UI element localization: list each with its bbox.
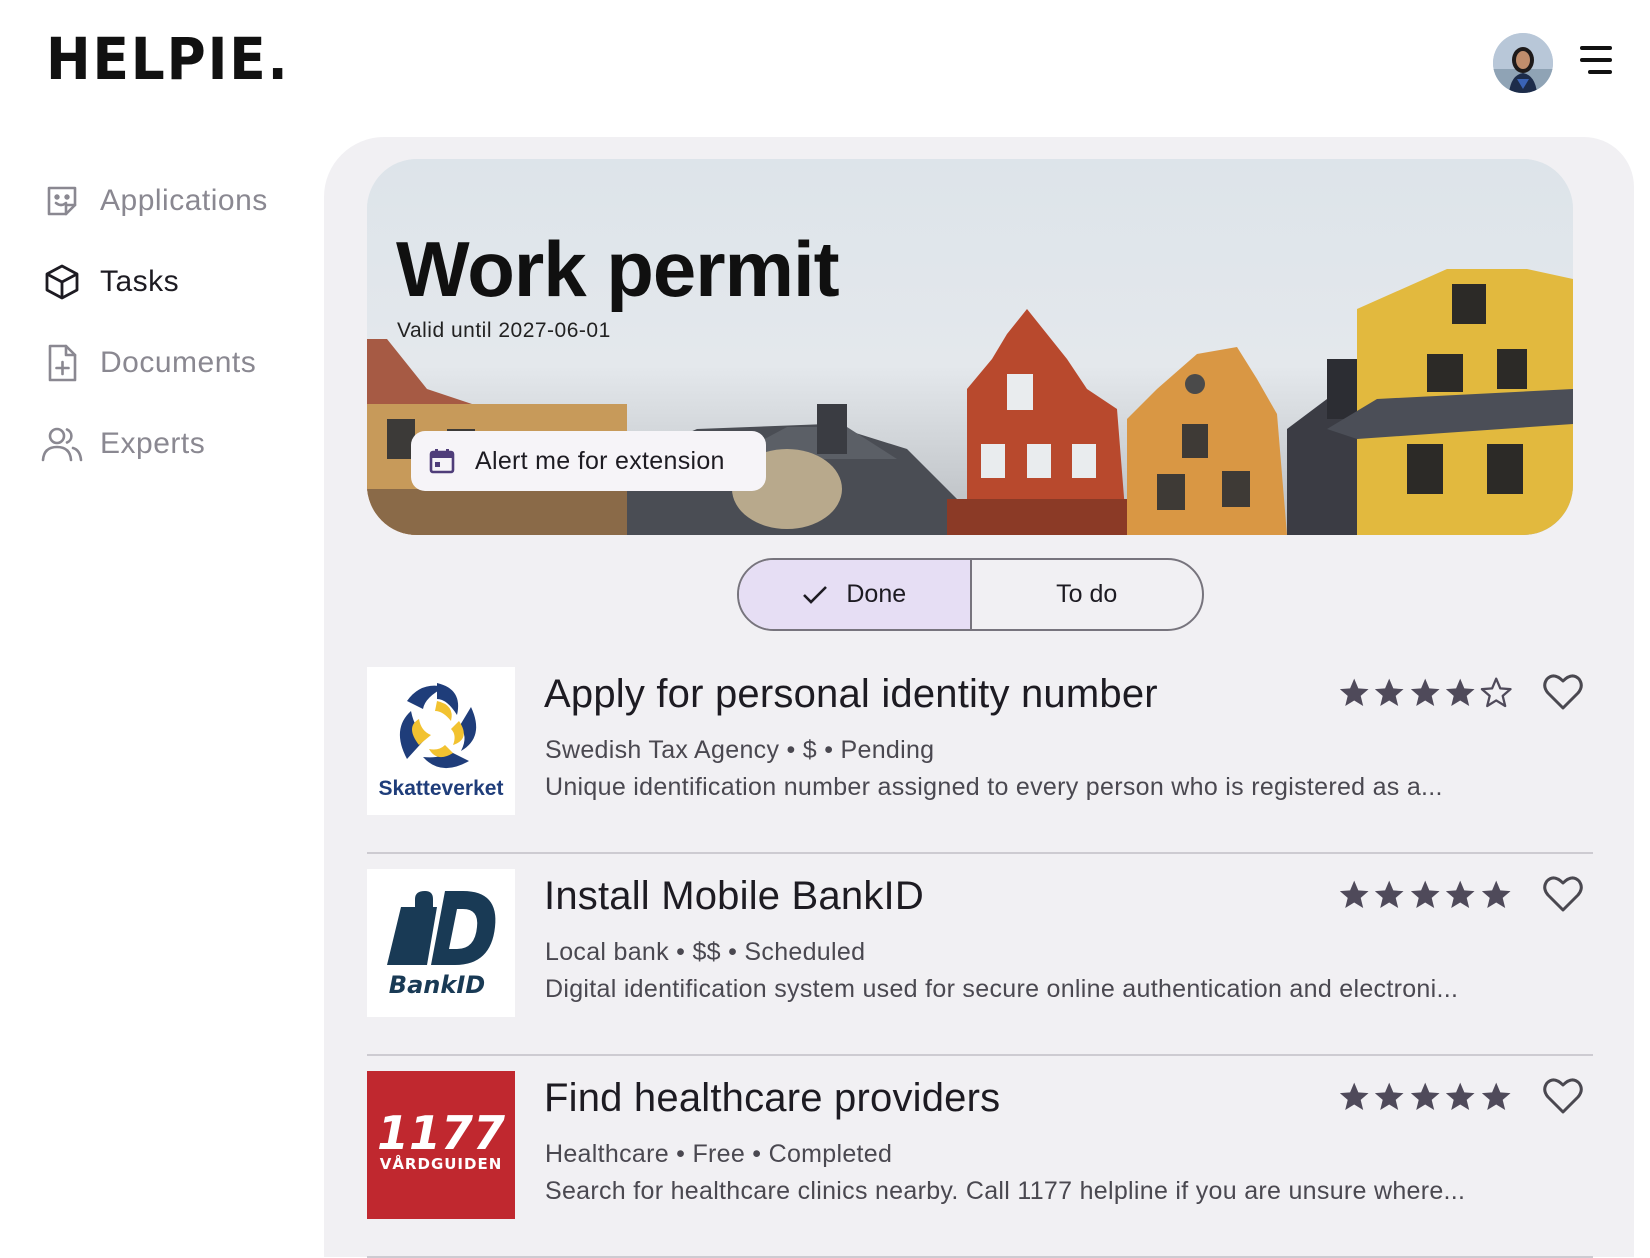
favorite-heart-icon[interactable] xyxy=(1542,1076,1584,1116)
rating-stars xyxy=(1337,675,1513,715)
skatteverket-logo-text: Skatteverket xyxy=(379,777,504,800)
calendar-icon xyxy=(429,449,455,474)
user-avatar[interactable] xyxy=(1493,33,1553,93)
star-filled-icon xyxy=(1339,1082,1369,1110)
task-meta: Swedish Tax Agency • $ • Pending xyxy=(545,736,935,764)
rating-stars xyxy=(1337,1079,1513,1119)
star-filled-icon xyxy=(1339,678,1369,706)
star-filled-icon xyxy=(1446,880,1475,908)
hero-title: Work permit xyxy=(396,225,840,313)
task-description: Digital identification system used for s… xyxy=(545,975,1459,1003)
hamburger-menu-icon[interactable] xyxy=(1580,44,1614,76)
sticker-icon xyxy=(40,179,84,223)
star-filled-icon xyxy=(1410,678,1440,706)
task-title: Find healthcare providers xyxy=(544,1076,1001,1120)
task-row-mobile-bankid[interactable]: BankID Install Mobile BankID Local bank … xyxy=(367,854,1593,1056)
favorite-heart-icon[interactable] xyxy=(1542,672,1584,712)
star-filled-icon xyxy=(1375,1082,1404,1110)
star-filled-icon xyxy=(1339,880,1369,908)
favorite-heart-icon[interactable] xyxy=(1542,874,1584,914)
sidebar-item-label: Experts xyxy=(100,427,206,460)
task-row-personal-identity-number[interactable]: Skatteverket Apply for personal identity… xyxy=(367,652,1593,854)
file-add-icon xyxy=(40,341,84,385)
filter-done-label: Done xyxy=(846,580,907,608)
1177-vardguiden-logo: 1177 VÅRDGUIDEN xyxy=(367,1071,515,1219)
filter-todo-label: To do xyxy=(1056,580,1118,608)
status-filter: Done To do xyxy=(737,558,1204,631)
hero-subtitle: Valid until 2027-06-01 xyxy=(397,319,611,342)
task-title: Install Mobile BankID xyxy=(544,874,924,918)
star-filled-icon xyxy=(1410,1082,1440,1110)
main-panel: Work permit Valid until 2027-06-01 Alert… xyxy=(324,137,1634,1258)
sidebar-nav: Applications Tasks Documents Experts xyxy=(40,178,310,502)
alert-extension-button[interactable]: Alert me for extension xyxy=(411,431,766,491)
sidebar-item-label: Documents xyxy=(100,346,257,379)
rating-stars xyxy=(1337,877,1513,917)
1177-logo-text: 1177 xyxy=(377,1106,505,1160)
filter-done-button[interactable]: Done xyxy=(739,560,972,629)
star-filled-icon xyxy=(1446,678,1475,706)
people-icon xyxy=(40,422,84,466)
star-filled-icon xyxy=(1410,880,1440,908)
star-filled-icon xyxy=(1481,880,1511,908)
brand-logo[interactable]: HELPIE. xyxy=(46,30,290,88)
star-filled-icon xyxy=(1375,880,1404,908)
star-filled-icon xyxy=(1481,1082,1511,1110)
sidebar-item-experts[interactable]: Experts xyxy=(40,421,310,467)
cube-icon xyxy=(40,260,84,304)
bankid-logo-text: BankID xyxy=(389,971,485,999)
sidebar-item-applications[interactable]: Applications xyxy=(40,178,310,224)
vardguiden-logo-text: VÅRDGUIDEN xyxy=(380,1154,503,1173)
task-description: Unique identification number assigned to… xyxy=(545,773,1443,801)
sidebar-item-label: Tasks xyxy=(100,265,180,298)
skatteverket-logo: Skatteverket xyxy=(367,667,515,815)
task-meta: Local bank • $$ • Scheduled xyxy=(545,938,866,966)
star-filled-icon xyxy=(1446,1082,1475,1110)
sidebar-item-label: Applications xyxy=(100,184,268,217)
task-row-healthcare-providers[interactable]: 1177 VÅRDGUIDEN Find healthcare provider… xyxy=(367,1056,1593,1258)
task-description: Search for healthcare clinics nearby. Ca… xyxy=(545,1177,1466,1205)
sidebar-item-documents[interactable]: Documents xyxy=(40,340,310,386)
hero-banner: Work permit Valid until 2027-06-01 Alert… xyxy=(367,159,1573,535)
filter-todo-button[interactable]: To do xyxy=(972,560,1203,629)
sidebar-item-tasks[interactable]: Tasks xyxy=(40,259,310,305)
bankid-logo: BankID xyxy=(367,869,515,1017)
task-title: Apply for personal identity number xyxy=(544,672,1158,716)
alert-extension-label: Alert me for extension xyxy=(475,446,725,475)
task-meta: Healthcare • Free • Completed xyxy=(545,1140,893,1168)
star-empty-icon xyxy=(1480,677,1512,708)
task-list: Skatteverket Apply for personal identity… xyxy=(367,652,1593,1258)
check-icon xyxy=(803,585,828,604)
star-filled-icon xyxy=(1375,678,1404,706)
